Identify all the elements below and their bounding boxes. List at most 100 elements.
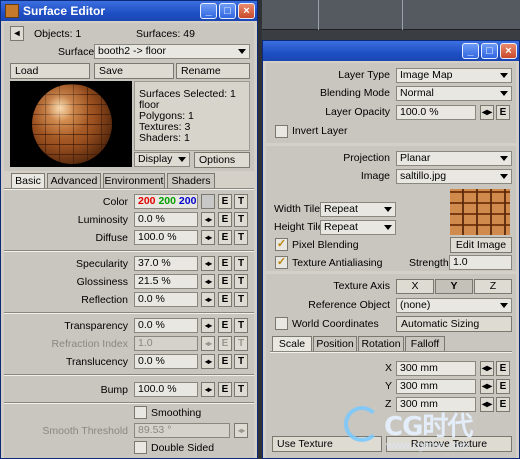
slider-arrows-icon[interactable]: ◂▸ — [201, 256, 215, 271]
pixel-blending-checkbox[interactable]: ✓ — [275, 238, 288, 251]
tab-environment[interactable]: Environment — [103, 173, 165, 188]
texture-button[interactable]: T — [234, 336, 248, 351]
tab-rotation[interactable]: Rotation — [358, 336, 404, 351]
texture-button[interactable]: T — [234, 382, 248, 397]
objects-count: Objects: 1 — [34, 28, 82, 40]
color-rgb-field[interactable]: 200 200 200 — [134, 194, 198, 209]
collapse-arrow-icon[interactable]: ◂ — [10, 26, 24, 41]
specularity-field[interactable]: 37.0 % — [134, 256, 198, 271]
reflection-field[interactable]: 0.0 % — [134, 292, 198, 307]
load-button[interactable]: Load — [10, 63, 90, 79]
transparency-field[interactable]: 0.0 % — [134, 318, 198, 333]
envelope-button[interactable]: E — [218, 336, 232, 351]
double-sided-checkbox[interactable] — [134, 441, 147, 454]
invert-layer-checkbox[interactable] — [275, 125, 288, 138]
maximize-icon[interactable]: □ — [219, 3, 236, 19]
slider-arrows-icon[interactable]: ◂▸ — [480, 105, 494, 120]
envelope-button[interactable]: E — [218, 212, 232, 227]
height-tile-dropdown[interactable]: Repeat — [320, 220, 396, 235]
axis-x-button[interactable]: X — [396, 279, 434, 294]
envelope-button[interactable]: E — [218, 194, 232, 209]
minimize-icon[interactable]: _ — [200, 3, 217, 19]
texture-button[interactable]: T — [234, 256, 248, 271]
section-divider — [4, 250, 254, 252]
scale-x-field[interactable]: 300 mm — [396, 361, 476, 376]
envelope-button[interactable]: E — [496, 361, 510, 376]
tab-divider — [270, 351, 512, 353]
layer-opacity-field[interactable]: 100.0 % — [396, 105, 476, 120]
slider-arrows-icon[interactable]: ◂▸ — [201, 354, 215, 369]
slider-arrows-icon[interactable]: ◂▸ — [201, 230, 215, 245]
texture-button[interactable]: T — [234, 230, 248, 245]
rename-button[interactable]: Rename — [176, 63, 250, 79]
slider-arrows-icon[interactable]: ◂▸ — [201, 382, 215, 397]
texture-button[interactable]: T — [234, 318, 248, 333]
smoothing-checkbox[interactable] — [134, 406, 147, 419]
scale-y-field[interactable]: 300 mm — [396, 379, 476, 394]
texture-editor-titlebar[interactable]: _ □ × — [263, 41, 519, 61]
slider-arrows-icon[interactable]: ◂▸ — [201, 336, 215, 351]
slider-arrows-icon[interactable]: ◂▸ — [480, 361, 494, 376]
tab-basic[interactable]: Basic — [11, 173, 45, 188]
maximize-icon[interactable]: □ — [481, 43, 498, 59]
tab-falloff[interactable]: Falloff — [405, 336, 445, 351]
axis-z-button[interactable]: Z — [474, 279, 512, 294]
width-tile-dropdown[interactable]: Repeat — [320, 202, 396, 217]
world-coordinates-checkbox[interactable] — [275, 317, 288, 330]
smooth-threshold-field[interactable]: 89.53 ° — [134, 423, 230, 438]
blending-mode-dropdown[interactable]: Normal — [396, 86, 512, 101]
envelope-button[interactable]: E — [218, 382, 232, 397]
reference-object-dropdown[interactable]: (none) — [396, 298, 512, 313]
diffuse-field[interactable]: 100.0 % — [134, 230, 198, 245]
watermark-url: www.cgtime.com — [386, 440, 469, 452]
tab-position[interactable]: Position — [313, 336, 357, 351]
envelope-button[interactable]: E — [218, 292, 232, 307]
luminosity-field[interactable]: 0.0 % — [134, 212, 198, 227]
texture-button[interactable]: T — [234, 274, 248, 289]
slider-arrows-icon[interactable]: ◂▸ — [480, 379, 494, 394]
envelope-button[interactable]: E — [218, 274, 232, 289]
strength-field[interactable]: 1.0 — [449, 255, 512, 270]
save-button[interactable]: Save — [94, 63, 174, 79]
envelope-button[interactable]: E — [496, 379, 510, 394]
image-dropdown[interactable]: saltillo.jpg — [396, 169, 512, 184]
layer-type-dropdown[interactable]: Image Map — [396, 68, 512, 83]
texture-button[interactable]: T — [234, 354, 248, 369]
projection-dropdown[interactable]: Planar — [396, 151, 512, 166]
texture-button[interactable]: T — [234, 194, 248, 209]
minimize-icon[interactable]: _ — [462, 43, 479, 59]
section-divider — [4, 402, 254, 404]
tab-scale[interactable]: Scale — [272, 336, 312, 351]
envelope-button[interactable]: E — [218, 256, 232, 271]
slider-arrows-icon[interactable]: ◂▸ — [201, 274, 215, 289]
surface-editor-titlebar[interactable]: Surface Editor _ □ × — [1, 1, 257, 21]
envelope-button[interactable]: E — [496, 105, 510, 120]
slider-arrows-icon[interactable]: ◂▸ — [201, 292, 215, 307]
slider-arrows-icon[interactable]: ◂▸ — [234, 423, 248, 438]
texture-button[interactable]: T — [234, 212, 248, 227]
envelope-button[interactable]: E — [218, 354, 232, 369]
texture-antialiasing-checkbox[interactable]: ✓ — [275, 256, 288, 269]
glossiness-field[interactable]: 21.5 % — [134, 274, 198, 289]
close-icon[interactable]: × — [238, 3, 255, 19]
close-icon[interactable]: × — [500, 43, 517, 59]
display-dropdown[interactable]: Display — [134, 152, 190, 167]
color-swatch[interactable] — [201, 194, 215, 209]
envelope-button[interactable]: E — [218, 230, 232, 245]
slider-arrows-icon[interactable]: ◂▸ — [201, 212, 215, 227]
automatic-sizing-button[interactable]: Automatic Sizing — [396, 316, 512, 332]
tab-shaders[interactable]: Shaders — [167, 173, 215, 188]
texture-editor-window: _ □ × Layer Type Image Map Blending Mode… — [262, 40, 520, 459]
refraction-index-field[interactable]: 1.0 — [134, 336, 198, 351]
envelope-button[interactable]: E — [218, 318, 232, 333]
translucency-field[interactable]: 0.0 % — [134, 354, 198, 369]
options-button[interactable]: Options — [194, 152, 250, 168]
texture-button[interactable]: T — [234, 292, 248, 307]
texture-axis-label: Texture Axis — [333, 280, 390, 292]
edit-image-button[interactable]: Edit Image — [450, 237, 512, 253]
bump-field[interactable]: 100.0 % — [134, 382, 198, 397]
slider-arrows-icon[interactable]: ◂▸ — [201, 318, 215, 333]
surface-dropdown[interactable]: booth2 -> floor — [94, 44, 250, 59]
tab-advanced[interactable]: Advanced — [47, 173, 101, 188]
axis-y-button[interactable]: Y — [435, 279, 473, 294]
